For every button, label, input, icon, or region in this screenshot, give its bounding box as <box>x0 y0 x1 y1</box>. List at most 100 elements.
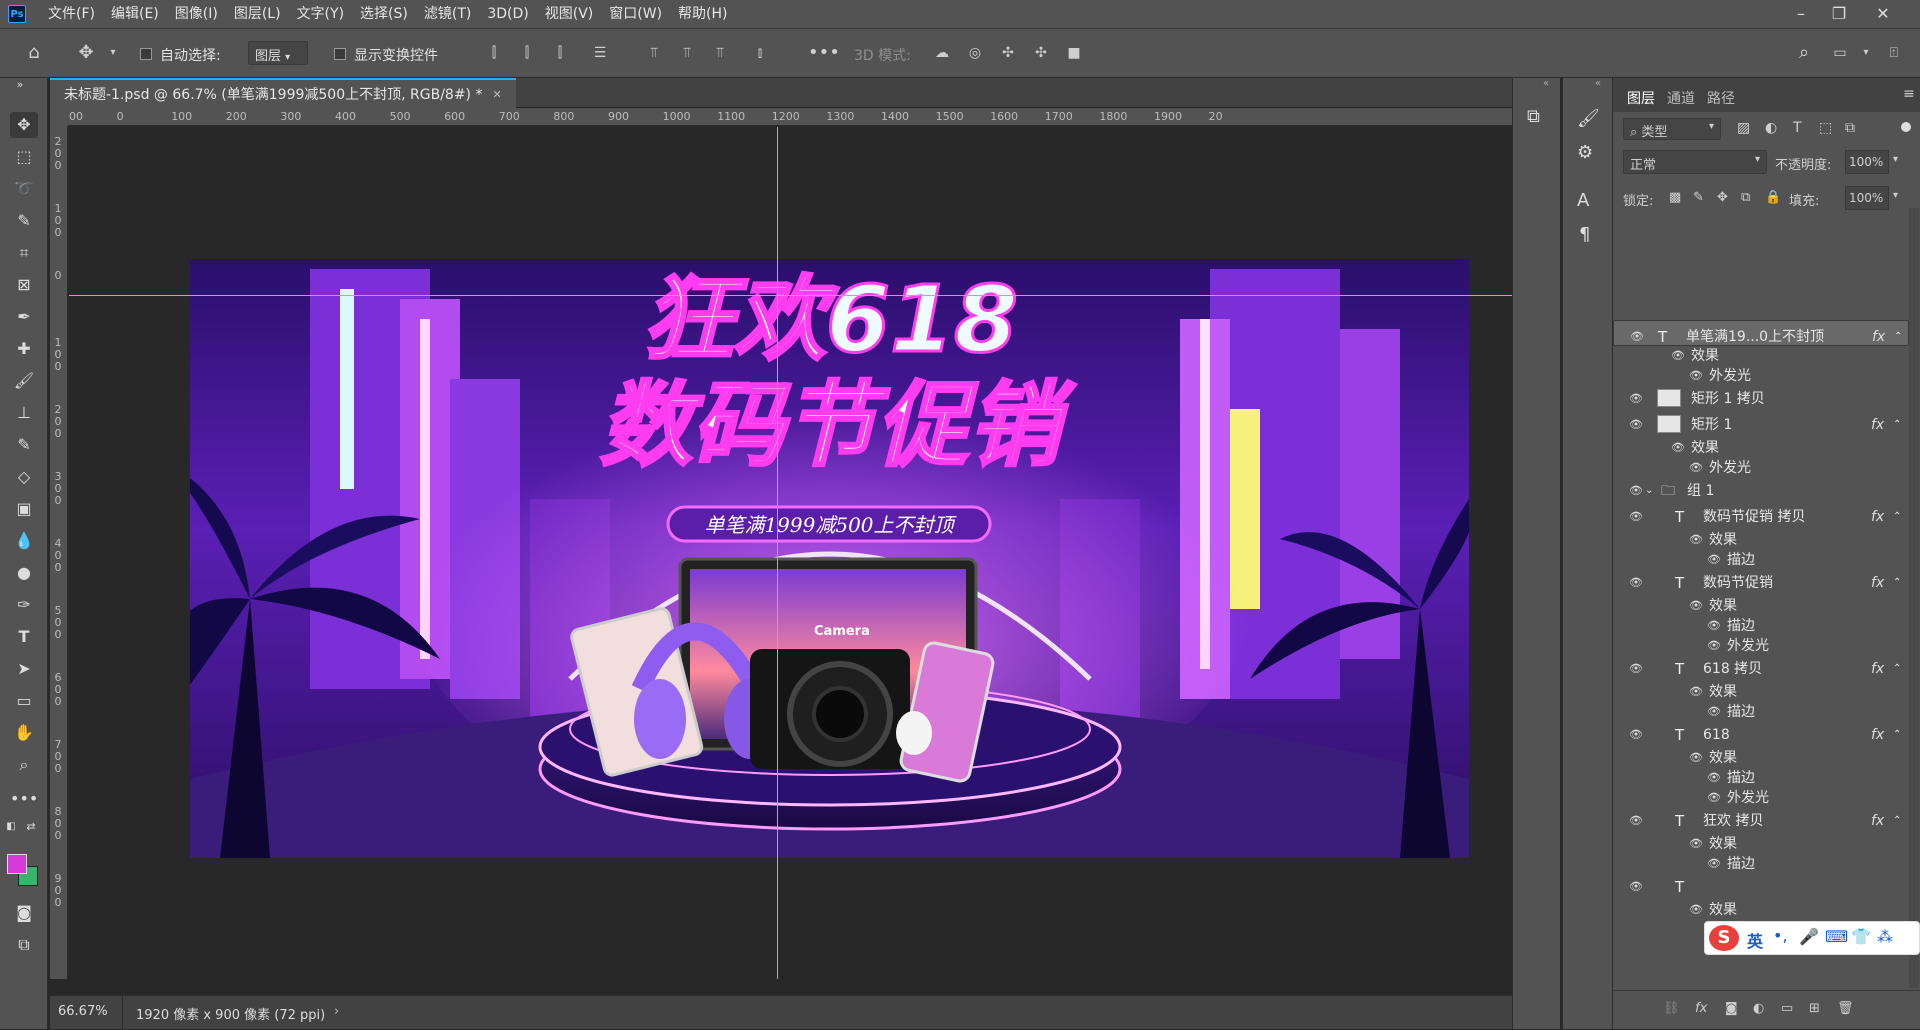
share-icon[interactable]: ⍐ <box>1886 45 1902 61</box>
layer-row[interactable]: 👁 T 618 拷贝 fx ⌃ <box>1613 656 1909 682</box>
collapse-icon[interactable]: » <box>6 78 34 92</box>
lock-position-icon[interactable]: ✥ <box>1717 190 1728 205</box>
zoom-tool-icon[interactable]: ⌕ <box>10 752 38 778</box>
tab-layers[interactable]: 图层 <box>1627 88 1655 108</box>
effects-collapse-icon[interactable]: ⌃ <box>1893 722 1901 748</box>
hand-tool-icon[interactable]: ✋ <box>10 720 38 746</box>
visibility-eye-icon[interactable]: 👁 <box>1707 550 1721 570</box>
layer-fx-icon[interactable]: fx <box>1871 722 1884 748</box>
visibility-eye-icon[interactable]: 👁 <box>1629 412 1643 438</box>
align-bottom-icon[interactable]: ⫪ <box>712 45 728 61</box>
brush-settings-icon[interactable]: 🖌 <box>1577 108 1600 129</box>
fill-input[interactable]: 100% <box>1845 186 1889 210</box>
path-select-tool-icon[interactable]: ➤ <box>10 656 38 682</box>
visibility-eye-icon[interactable]: 👁 <box>1689 366 1703 386</box>
foreground-color-swatch[interactable] <box>7 854 27 874</box>
layer-effect-row[interactable]: 👁 外发光 <box>1613 366 1909 386</box>
layers-scrollbar[interactable] <box>1909 208 1919 988</box>
ime-punctuation-icon[interactable]: •, <box>1773 926 1788 945</box>
visibility-eye-icon[interactable]: 👁 <box>1689 682 1703 702</box>
minimize-icon[interactable]: – <box>1784 0 1818 28</box>
align-right-icon[interactable]: ⫿ <box>552 45 568 61</box>
align-center-h-icon[interactable]: ⫿ <box>519 45 535 61</box>
effects-collapse-icon[interactable]: ⌃ <box>1893 412 1901 438</box>
workspace-chevron-icon[interactable]: ▾ <box>1858 45 1874 61</box>
new-adjustment-icon[interactable]: ◐ <box>1753 1001 1764 1016</box>
layer-effect-row[interactable]: 👁 效果 <box>1613 900 1909 920</box>
layer-effect-row[interactable]: 👁 外发光 <box>1613 788 1909 808</box>
layer-effect-row[interactable]: 👁 效果 <box>1613 530 1909 550</box>
close-icon[interactable]: ✕ <box>1866 0 1900 28</box>
zoom-level[interactable]: 66.67% <box>58 1004 108 1019</box>
layer-row[interactable]: 👁 T 数码节促销 拷贝 fx ⌃ <box>1613 504 1909 530</box>
visibility-eye-icon[interactable]: 👁 <box>1707 768 1721 788</box>
menu-item[interactable]: 图层(L) <box>226 0 289 28</box>
layer-fx-icon[interactable]: fx <box>1871 656 1884 682</box>
effects-collapse-icon[interactable]: ⌃ <box>1893 656 1901 682</box>
gradient-tool-icon[interactable]: ▣ <box>10 496 38 522</box>
layer-effect-row[interactable]: 👁 描边 <box>1613 702 1909 722</box>
filter-shape-icon[interactable]: ⬚ <box>1819 120 1832 136</box>
adjustments-icon[interactable]: ⚙ <box>1577 142 1593 163</box>
menu-item[interactable]: 视图(V) <box>537 0 602 28</box>
visibility-eye-icon[interactable]: 👁 <box>1671 438 1685 458</box>
history-brush-tool-icon[interactable]: ✎ <box>10 432 38 458</box>
layer-fx-icon[interactable]: fx <box>1871 570 1884 596</box>
default-colors-icon[interactable]: ◧ <box>4 820 18 834</box>
ime-toolbar[interactable]: S 英 •, 🎤 ⌨ 👕 ⁂ <box>1704 921 1920 955</box>
vertical-guide[interactable] <box>777 127 778 979</box>
more-options-icon[interactable]: ••• <box>808 44 840 62</box>
fill-chevron-icon[interactable]: ▾ <box>1893 190 1898 201</box>
layer-effect-row[interactable]: 👁 描边 <box>1613 550 1909 570</box>
status-menu-chevron-icon[interactable]: › <box>334 1004 339 1019</box>
visibility-eye-icon[interactable]: 👁 <box>1707 616 1721 636</box>
lock-artboard-icon[interactable]: ⧉ <box>1741 190 1750 205</box>
eyedropper-tool-icon[interactable]: ✒ <box>10 304 38 330</box>
layer-effect-row[interactable]: 👁 效果 <box>1613 596 1909 616</box>
menu-item[interactable]: 窗口(W) <box>601 0 670 28</box>
effects-collapse-icon[interactable]: ⌃ <box>1893 808 1901 834</box>
layer-effect-row[interactable]: 👁 外发光 <box>1613 636 1909 656</box>
group-expand-icon[interactable]: ⌄ <box>1645 478 1653 504</box>
filter-type-icon[interactable]: T <box>1793 120 1802 136</box>
visibility-eye-icon[interactable]: 👁 <box>1689 458 1703 478</box>
filter-smart-object-icon[interactable]: ⧉ <box>1845 120 1855 136</box>
panel-menu-icon[interactable]: ≡ <box>1903 86 1915 102</box>
canvas-pasteboard[interactable]: Camera 狂欢618 数码节促销 单笔满1999减500上不封顶 <box>69 127 1512 979</box>
crop-tool-icon[interactable]: ⌗ <box>10 240 38 266</box>
healing-tool-icon[interactable]: ✚ <box>10 336 38 362</box>
lock-all-icon[interactable]: 🔒 <box>1765 190 1781 205</box>
character-panel-icon[interactable]: A <box>1577 190 1589 211</box>
close-tab-icon[interactable]: ✕ <box>492 80 501 108</box>
align-middle-v-icon[interactable]: ⫪ <box>679 45 695 61</box>
visibility-eye-icon[interactable]: 👁 <box>1689 748 1703 768</box>
eraser-tool-icon[interactable]: ◇ <box>10 464 38 490</box>
add-style-icon[interactable]: fx <box>1695 1001 1707 1016</box>
home-icon[interactable]: ⌂ <box>26 44 42 62</box>
auto-select-checkbox[interactable] <box>140 48 152 60</box>
layer-row[interactable]: 👁 T 狂欢 拷贝 fx ⌃ <box>1613 808 1909 834</box>
ime-tools-icon[interactable]: ⁂ <box>1877 927 1893 946</box>
opacity-input[interactable]: 100% <box>1845 150 1889 174</box>
visibility-eye-icon[interactable]: 👁 <box>1689 834 1703 854</box>
ruler-origin[interactable] <box>50 108 68 126</box>
menu-item[interactable]: 编辑(E) <box>103 0 167 28</box>
filter-toggle-icon[interactable] <box>1901 122 1911 132</box>
new-group-icon[interactable]: ▭ <box>1781 1001 1793 1016</box>
collapse-dock-icon[interactable]: « <box>1543 78 1549 89</box>
marquee-tool-icon[interactable]: ⬚ <box>10 144 38 170</box>
distribute-v-icon[interactable]: ⫾ <box>752 45 768 61</box>
stamp-tool-icon[interactable]: ⊥ <box>10 400 38 426</box>
visibility-eye-icon[interactable]: 👁 <box>1629 386 1643 412</box>
edit-toolbar-icon[interactable]: ••• <box>10 786 38 812</box>
layer-row[interactable]: 👁 T 单笔满19...0上不封顶 fx ⌃ <box>1613 320 1909 346</box>
layer-effect-row[interactable]: 👁 效果 <box>1613 834 1909 854</box>
align-left-icon[interactable]: ⫿ <box>486 45 502 61</box>
layer-effect-row[interactable]: 👁 描边 <box>1613 768 1909 788</box>
layer-row[interactable]: 👁 T 数码节促销 fx ⌃ <box>1613 570 1909 596</box>
quick-mask-icon[interactable]: ◙ <box>10 900 38 926</box>
layer-effect-row[interactable]: 👁 效果 <box>1613 682 1909 702</box>
visibility-eye-icon[interactable]: 👁 <box>1629 656 1643 682</box>
dodge-tool-icon[interactable]: ● <box>10 560 38 586</box>
layer-row[interactable]: 👁 矩形 1 fx ⌃ <box>1613 412 1909 438</box>
